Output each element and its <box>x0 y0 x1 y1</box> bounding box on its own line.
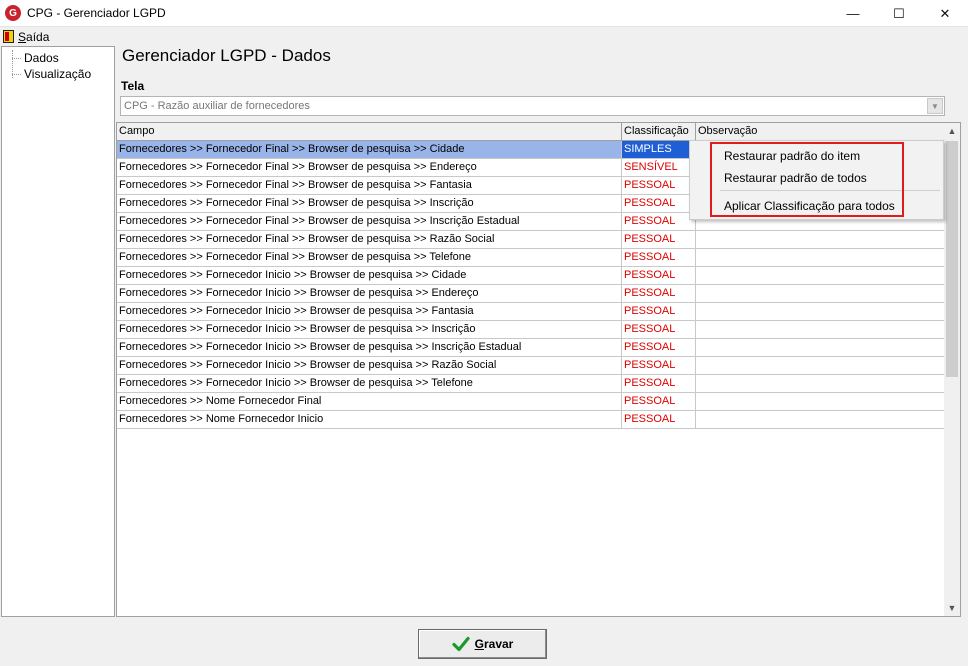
cell-campo[interactable]: Fornecedores >> Fornecedor Inicio >> Bro… <box>117 267 622 284</box>
cell-observacao[interactable] <box>696 411 945 428</box>
cell-campo[interactable]: Fornecedores >> Fornecedor Inicio >> Bro… <box>117 339 622 356</box>
cell-observacao[interactable] <box>696 321 945 338</box>
tela-select-value: CPG - Razão auxiliar de fornecedores <box>124 100 310 112</box>
menu-exit[interactable]: Saída <box>3 30 49 44</box>
cell-observacao[interactable] <box>696 357 945 374</box>
navigation-tree: Dados Visualização <box>1 46 115 617</box>
cell-classificacao[interactable]: PESSOAL <box>622 357 696 374</box>
cell-campo[interactable]: Fornecedores >> Nome Fornecedor Inicio <box>117 411 622 428</box>
scroll-up-icon[interactable]: ▲ <box>944 123 960 139</box>
menu-bar: Saída <box>0 27 968 46</box>
cell-campo[interactable]: Fornecedores >> Fornecedor Final >> Brow… <box>117 195 622 212</box>
table-row[interactable]: Fornecedores >> Fornecedor Inicio >> Bro… <box>117 303 945 321</box>
maximize-button[interactable]: ☐ <box>876 0 922 27</box>
cell-observacao[interactable] <box>696 285 945 302</box>
grid-header: Campo Classificação Observação <box>117 123 945 141</box>
tela-label: Tela <box>121 79 145 93</box>
cell-observacao[interactable] <box>696 267 945 284</box>
column-header-campo[interactable]: Campo <box>117 123 622 141</box>
cell-classificacao[interactable]: PESSOAL <box>622 231 696 248</box>
cell-observacao[interactable] <box>696 231 945 248</box>
window-title: CPG - Gerenciador LGPD <box>27 6 166 20</box>
cell-observacao[interactable] <box>696 303 945 320</box>
cell-classificacao[interactable]: PESSOAL <box>622 393 696 410</box>
column-header-classificacao[interactable]: Classificação <box>622 123 696 141</box>
cell-campo[interactable]: Fornecedores >> Fornecedor Final >> Brow… <box>117 177 622 194</box>
cell-campo[interactable]: Fornecedores >> Fornecedor Inicio >> Bro… <box>117 375 622 392</box>
cell-campo[interactable]: Fornecedores >> Fornecedor Inicio >> Bro… <box>117 303 622 320</box>
cell-classificacao[interactable]: PESSOAL <box>622 195 696 212</box>
scroll-thumb[interactable] <box>946 141 958 377</box>
table-row[interactable]: Fornecedores >> Fornecedor Inicio >> Bro… <box>117 321 945 339</box>
title-bar: G CPG - Gerenciador LGPD — ☐ ✕ <box>0 0 968 27</box>
tree-item-visualizacao[interactable]: Visualização <box>2 66 114 82</box>
context-menu: Restaurar padrão do item Restaurar padrã… <box>689 140 944 220</box>
cell-campo[interactable]: Fornecedores >> Fornecedor Inicio >> Bro… <box>117 285 622 302</box>
menu-exit-label: Saída <box>18 29 50 44</box>
cell-observacao[interactable] <box>696 249 945 266</box>
cell-observacao[interactable] <box>696 393 945 410</box>
cell-campo[interactable]: Fornecedores >> Fornecedor Final >> Brow… <box>117 231 622 248</box>
window-controls: — ☐ ✕ <box>830 0 968 27</box>
cell-campo[interactable]: Fornecedores >> Fornecedor Inicio >> Bro… <box>117 321 622 338</box>
table-row[interactable]: Fornecedores >> Fornecedor Final >> Brow… <box>117 249 945 267</box>
cell-classificacao[interactable]: PESSOAL <box>622 213 696 230</box>
table-row[interactable]: Fornecedores >> Nome Fornecedor Inicio PE… <box>117 411 945 429</box>
door-exit-icon <box>3 30 14 43</box>
cell-classificacao[interactable]: PESSOAL <box>622 267 696 284</box>
highlight-box <box>710 142 904 217</box>
column-header-observacao[interactable]: Observação <box>696 123 945 141</box>
table-row[interactable]: Fornecedores >> Fornecedor Inicio >> Bro… <box>117 267 945 285</box>
cell-classificacao[interactable]: PESSOAL <box>622 411 696 428</box>
cell-campo[interactable]: Fornecedores >> Fornecedor Final >> Brow… <box>117 159 622 176</box>
cell-classificacao[interactable]: PESSOAL <box>622 375 696 392</box>
page-title: Gerenciador LGPD - Dados <box>122 46 331 65</box>
green-check-icon <box>452 636 470 652</box>
save-button-label: Gravar <box>474 637 514 651</box>
cell-classificacao[interactable]: PESSOAL <box>622 321 696 338</box>
cell-classificacao[interactable]: PESSOAL <box>622 303 696 320</box>
cell-classificacao[interactable]: SENSÍVEL <box>622 159 696 176</box>
cell-campo[interactable]: Fornecedores >> Fornecedor Final >> Brow… <box>117 141 622 158</box>
chevron-down-icon[interactable]: ▼ <box>927 98 943 114</box>
cell-campo[interactable]: Fornecedores >> Nome Fornecedor Final <box>117 393 622 410</box>
tela-select[interactable]: CPG - Razão auxiliar de fornecedores ▼ <box>120 96 945 116</box>
table-row[interactable]: Fornecedores >> Nome Fornecedor Final PES… <box>117 393 945 411</box>
cell-classificacao[interactable]: PESSOAL <box>622 177 696 194</box>
table-row[interactable]: Fornecedores >> Fornecedor Inicio >> Bro… <box>117 285 945 303</box>
cell-classificacao[interactable]: PESSOAL <box>622 285 696 302</box>
table-row[interactable]: Fornecedores >> Fornecedor Inicio >> Bro… <box>117 339 945 357</box>
cell-classificacao[interactable]: PESSOAL <box>622 339 696 356</box>
cpg-logo-icon: G <box>5 5 21 21</box>
save-button[interactable]: Gravar <box>418 629 547 659</box>
close-button[interactable]: ✕ <box>922 0 968 27</box>
tree-item-dados[interactable]: Dados <box>2 50 114 66</box>
scroll-down-icon[interactable]: ▼ <box>944 600 960 616</box>
vertical-scrollbar[interactable]: ▲ ▼ <box>944 123 960 616</box>
cell-classificacao[interactable]: PESSOAL <box>622 249 696 266</box>
cell-campo[interactable]: Fornecedores >> Fornecedor Final >> Brow… <box>117 249 622 266</box>
cell-campo[interactable]: Fornecedores >> Fornecedor Inicio >> Bro… <box>117 357 622 374</box>
cell-observacao[interactable] <box>696 375 945 392</box>
table-row[interactable]: Fornecedores >> Fornecedor Inicio >> Bro… <box>117 357 945 375</box>
table-row[interactable]: Fornecedores >> Fornecedor Final >> Brow… <box>117 231 945 249</box>
cell-campo[interactable]: Fornecedores >> Fornecedor Final >> Brow… <box>117 213 622 230</box>
minimize-button[interactable]: — <box>830 0 876 27</box>
cell-classificacao[interactable]: SIMPLES <box>622 141 696 158</box>
table-row[interactable]: Fornecedores >> Fornecedor Inicio >> Bro… <box>117 375 945 393</box>
cell-observacao[interactable] <box>696 339 945 356</box>
